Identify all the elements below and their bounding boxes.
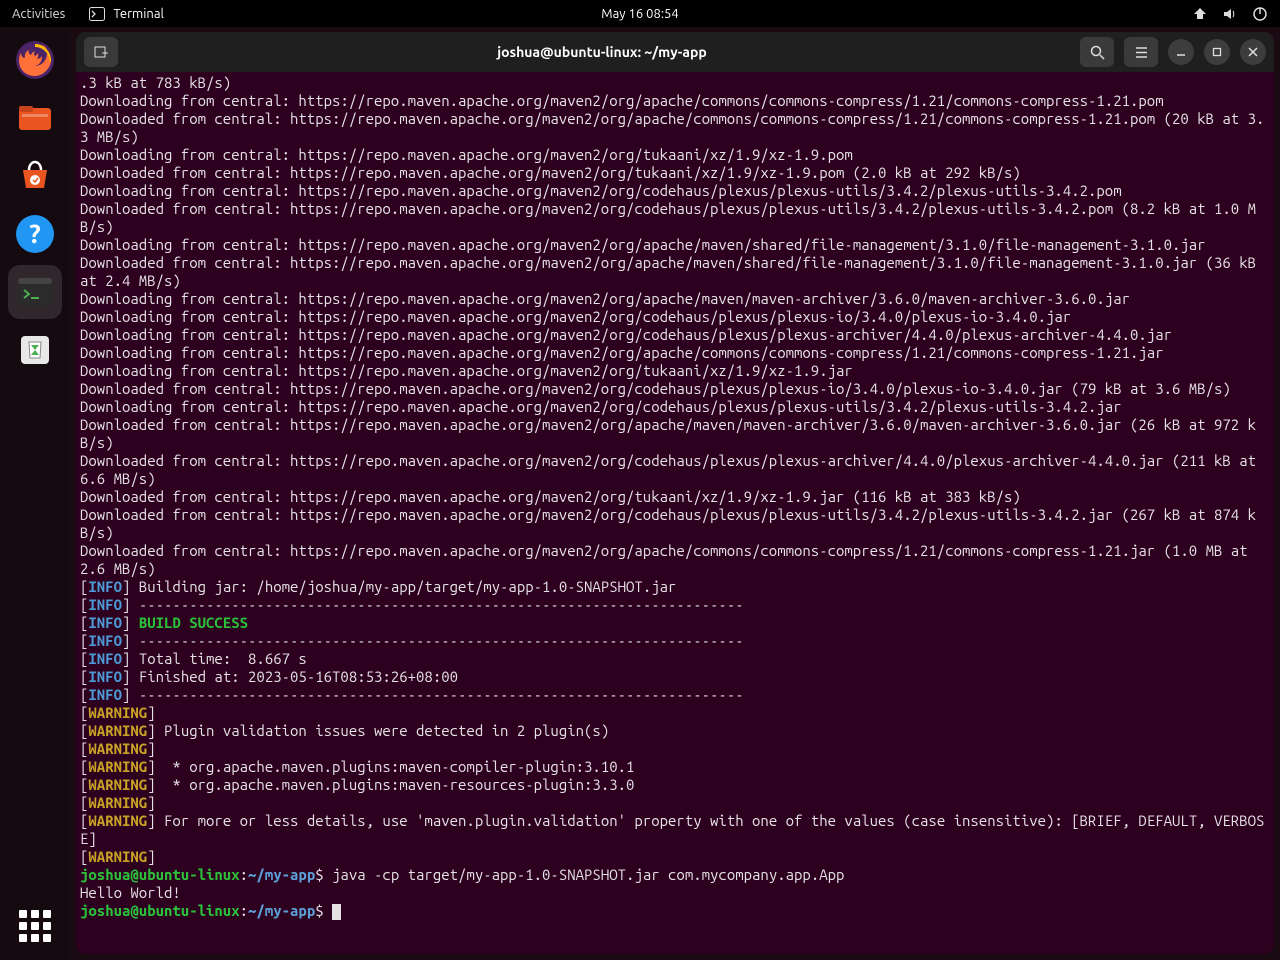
term-line: [INFO] Total time: 8.667 s (80, 650, 307, 667)
network-icon[interactable] (1192, 7, 1208, 21)
dock-terminal[interactable] (8, 265, 62, 319)
term-line: Downloaded from central: https://repo.ma… (80, 110, 1264, 145)
maximize-icon (1211, 46, 1223, 58)
term-line: Downloading from central: https://repo.m… (80, 290, 1130, 307)
cursor (332, 904, 341, 920)
close-icon (1247, 46, 1259, 58)
term-line: Hello World! (80, 884, 181, 901)
term-line: Downloading from central: https://repo.m… (80, 326, 1172, 343)
minimize-icon (1175, 46, 1187, 58)
term-line: Downloaded from central: https://repo.ma… (80, 200, 1256, 235)
search-button[interactable] (1080, 37, 1114, 67)
term-line: Downloaded from central: https://repo.ma… (80, 452, 1264, 487)
close-button[interactable] (1240, 39, 1266, 65)
term-line: Downloaded from central: https://repo.ma… (80, 164, 1021, 181)
volume-icon[interactable] (1222, 7, 1238, 21)
term-line: Downloaded from central: https://repo.ma… (80, 542, 1256, 577)
term-line: [WARNING] * org.apache.maven.plugins:mav… (80, 776, 634, 793)
show-apps-button[interactable] (19, 910, 51, 942)
terminal-icon (13, 270, 57, 314)
dock-help[interactable]: ? (8, 207, 62, 261)
term-line: [WARNING] (80, 704, 156, 721)
term-line: Downloaded from central: https://repo.ma… (80, 506, 1256, 541)
trash-icon (13, 328, 57, 372)
term-line: Downloading from central: https://repo.m… (80, 236, 1206, 253)
term-line: Downloaded from central: https://repo.ma… (80, 380, 1231, 397)
dock-trash[interactable] (8, 323, 62, 377)
term-line: Downloading from central: https://repo.m… (80, 344, 1164, 361)
term-line: Downloading from central: https://repo.m… (80, 362, 853, 379)
term-line: [WARNING] (80, 848, 156, 865)
term-line: [INFO] BUILD SUCCESS (80, 614, 248, 631)
term-line: [INFO] ---------------------------------… (80, 596, 744, 613)
term-line: .3 kB at 783 kB/s) (80, 74, 231, 91)
power-icon[interactable] (1252, 6, 1268, 22)
term-line: [WARNING] * org.apache.maven.plugins:mav… (80, 758, 634, 775)
term-line: Downloaded from central: https://repo.ma… (80, 488, 1021, 505)
svg-text:?: ? (29, 219, 40, 248)
software-icon (13, 154, 57, 198)
files-icon (13, 96, 57, 140)
term-line: Downloading from central: https://repo.m… (80, 308, 1071, 325)
minimize-button[interactable] (1168, 39, 1194, 65)
term-line: Downloaded from central: https://repo.ma… (80, 254, 1264, 289)
term-line: [WARNING] (80, 740, 156, 757)
prompt-line: joshua@ubuntu-linux:~/my-app$ (80, 902, 341, 919)
menu-button[interactable] (1124, 37, 1158, 67)
gnome-topbar: Activities Terminal May 16 08:54 (0, 0, 1280, 27)
activities-button[interactable]: Activities (12, 7, 65, 21)
term-line: [WARNING] Plugin validation issues were … (80, 722, 609, 739)
search-icon (1090, 45, 1105, 60)
dock-files[interactable] (8, 91, 62, 145)
terminal-body[interactable]: .3 kB at 783 kB/s) Downloading from cent… (76, 72, 1274, 954)
help-icon: ? (13, 212, 57, 256)
new-tab-icon (93, 44, 109, 60)
new-tab-button[interactable] (84, 37, 118, 67)
term-line: [INFO] Finished at: 2023-05-16T08:53:26+… (80, 668, 458, 685)
term-line: Downloading from central: https://repo.m… (80, 92, 1164, 109)
topbar-app-name: Terminal (113, 7, 164, 21)
maximize-button[interactable] (1204, 39, 1230, 65)
term-line: Downloading from central: https://repo.m… (80, 182, 1122, 199)
firefox-icon (13, 38, 57, 82)
titlebar: joshua@ubuntu-linux: ~/my-app (76, 32, 1274, 72)
prompt-line: joshua@ubuntu-linux:~/my-app$ java -cp t… (80, 866, 844, 883)
terminal-small-icon (89, 7, 105, 21)
dock-firefox[interactable] (8, 33, 62, 87)
term-line: [INFO] Building jar: /home/joshua/my-app… (80, 578, 676, 595)
terminal-window: joshua@ubuntu-linux: ~/my-app .3 kB at 7… (76, 32, 1274, 954)
clock[interactable]: May 16 08:54 (601, 7, 678, 21)
term-line: [INFO] ---------------------------------… (80, 686, 744, 703)
term-line: Downloading from central: https://repo.m… (80, 146, 853, 163)
term-line: [INFO] ---------------------------------… (80, 632, 744, 649)
term-line: [WARNING] For more or less details, use … (80, 812, 1264, 847)
term-line: Downloading from central: https://repo.m… (80, 398, 1122, 415)
term-line: Downloaded from central: https://repo.ma… (80, 416, 1256, 451)
term-line: [WARNING] (80, 794, 156, 811)
dock-software[interactable] (8, 149, 62, 203)
topbar-app[interactable]: Terminal (89, 7, 164, 21)
window-title: joshua@ubuntu-linux: ~/my-app (124, 44, 1080, 60)
hamburger-icon (1134, 45, 1149, 60)
dock: ? (0, 27, 70, 960)
